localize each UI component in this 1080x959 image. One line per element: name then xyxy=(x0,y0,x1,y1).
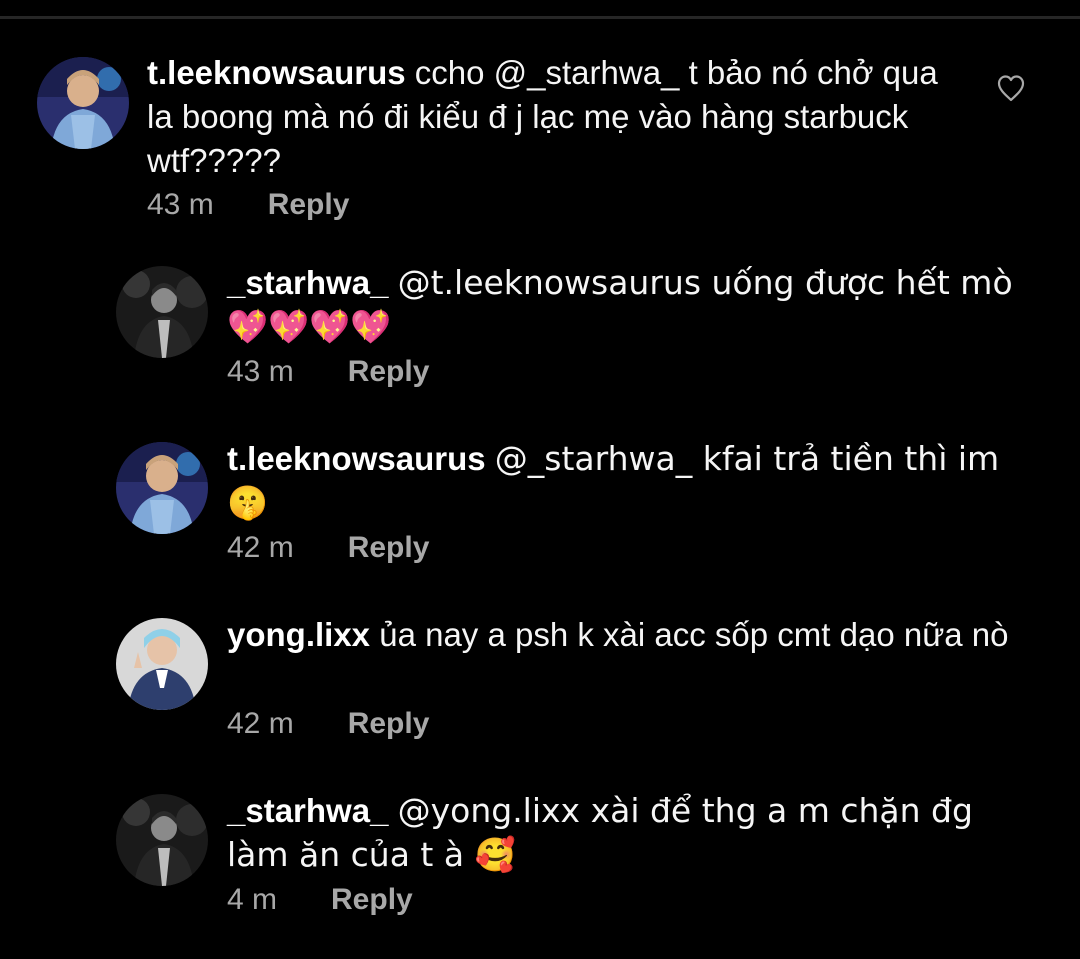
comment-meta: 42 m Reply xyxy=(227,530,429,566)
comment-content: ủa nay a psh k xài acc sốp cmt dạo nữa n… xyxy=(379,616,1009,653)
reply-item: _starhwa_ @t.leeknowsaurus uống được hết… xyxy=(0,250,1080,400)
username-link[interactable]: t.leeknowsaurus xyxy=(147,54,406,91)
comment-text: t.leeknowsaurus ccho @_starhwa_ t bảo nó… xyxy=(147,51,947,183)
comment-item: t.leeknowsaurus ccho @_starhwa_ t bảo nó… xyxy=(0,0,1080,230)
avatar[interactable] xyxy=(37,57,129,149)
reply-item: _starhwa_ @yong.lixx xài để thg a m chặn… xyxy=(0,778,1080,928)
timestamp: 42 m xyxy=(227,531,294,564)
reply-button[interactable]: Reply xyxy=(331,882,413,918)
reply-button[interactable]: Reply xyxy=(348,530,430,566)
avatar[interactable] xyxy=(116,442,208,534)
comment-text: t.leeknowsaurus @_starhwa_ kfai trả tiền… xyxy=(227,437,1027,525)
reply-button[interactable]: Reply xyxy=(348,706,430,742)
comment-meta: 43 m Reply xyxy=(147,187,349,223)
comment-text: yong.lixx ủa nay a psh k xài acc sốp cmt… xyxy=(227,613,1027,657)
reply-item: yong.lixx ủa nay a psh k xài acc sốp cmt… xyxy=(0,602,1080,752)
reply-button[interactable]: Reply xyxy=(348,354,430,390)
username-link[interactable]: _starhwa_ xyxy=(227,792,388,829)
avatar-image xyxy=(37,57,129,149)
username-link[interactable]: yong.lixx xyxy=(227,616,370,653)
comment-meta: 4 m Reply xyxy=(227,882,413,918)
avatar-image xyxy=(116,618,208,710)
username-link[interactable]: _starhwa_ xyxy=(227,264,388,301)
avatar-image xyxy=(116,794,208,886)
avatar[interactable] xyxy=(116,618,208,710)
reply-button[interactable]: Reply xyxy=(268,187,350,223)
comment-meta: 42 m Reply xyxy=(227,706,429,742)
comment-text: _starhwa_ @t.leeknowsaurus uống được hết… xyxy=(227,261,1027,349)
avatar[interactable] xyxy=(116,266,208,358)
avatar-image xyxy=(116,266,208,358)
timestamp: 42 m xyxy=(227,707,294,740)
reply-item: t.leeknowsaurus @_starhwa_ kfai trả tiền… xyxy=(0,426,1080,576)
timestamp: 4 m xyxy=(227,883,278,916)
like-button[interactable] xyxy=(996,74,1026,102)
username-link[interactable]: t.leeknowsaurus xyxy=(227,440,486,477)
avatar[interactable] xyxy=(116,794,208,886)
timestamp: 43 m xyxy=(147,188,214,221)
avatar-image xyxy=(116,442,208,534)
comment-text: _starhwa_ @yong.lixx xài để thg a m chặn… xyxy=(227,789,1027,877)
timestamp: 43 m xyxy=(227,355,294,388)
comment-meta: 43 m Reply xyxy=(227,354,429,390)
heart-outline-icon xyxy=(997,75,1025,102)
